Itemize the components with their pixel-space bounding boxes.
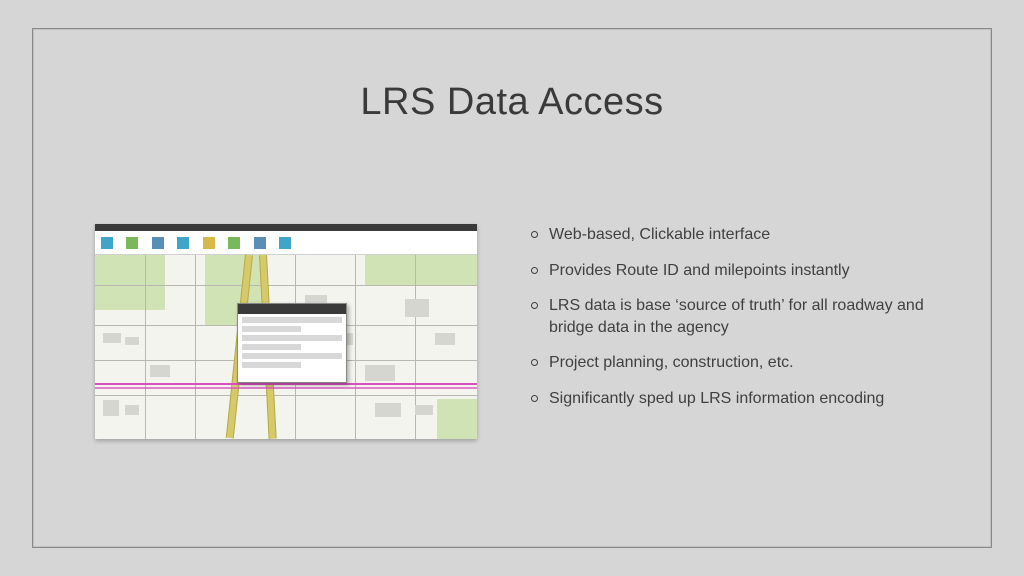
map-canvas <box>95 255 477 439</box>
content-row: Web-based, Clickable interface Provides … <box>33 224 991 464</box>
bullet-item: Provides Route ID and milepoints instant… <box>531 260 951 282</box>
tool-icon <box>177 237 189 249</box>
tool-icon <box>203 237 215 249</box>
bullet-list: Web-based, Clickable interface Provides … <box>503 224 991 464</box>
tool-icon <box>152 237 164 249</box>
tool-icon <box>101 237 113 249</box>
bullet-item: Significantly sped up LRS information en… <box>531 388 951 410</box>
slide-frame: LRS Data Access <box>32 28 992 548</box>
tool-icon <box>126 237 138 249</box>
tool-icon <box>228 237 240 249</box>
screenshot-column <box>33 224 503 464</box>
app-ribbon <box>95 231 477 255</box>
gis-app-screenshot <box>95 224 477 439</box>
tool-icon <box>279 237 291 249</box>
slide-title: LRS Data Access <box>33 81 991 124</box>
app-titlebar <box>95 224 477 231</box>
tool-icon <box>254 237 266 249</box>
bullet-item: LRS data is base ‘source of truth’ for a… <box>531 295 951 338</box>
bullet-item: Web-based, Clickable interface <box>531 224 951 246</box>
identify-popup <box>237 303 347 383</box>
bullet-item: Project planning, construction, etc. <box>531 352 951 374</box>
